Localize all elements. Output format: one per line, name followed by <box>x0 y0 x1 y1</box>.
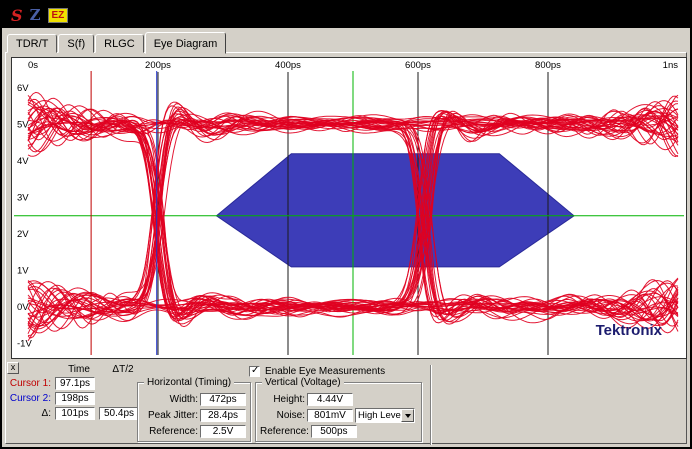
y-tick-label: 3V <box>17 193 29 204</box>
y-tick-label: 6V <box>17 83 29 94</box>
horizontal-timing-group: Horizontal (Timing) Width: 472ps Peak Ji… <box>137 382 251 442</box>
x-tick-label: 400ps <box>275 60 301 71</box>
tab-content-panel: 0s 200ps 400ps 600ps 800ps 1ns 6V 5V 4V 3V 2V 1V 0V -… <box>5 52 687 444</box>
height-row: Height: 4.44V <box>260 392 417 407</box>
delta-half-value: 50.4ps <box>99 407 139 420</box>
horizontal-reference-input[interactable]: 2.5V <box>200 425 246 438</box>
cursor1-row: Cursor 1: 97.1ps <box>9 377 154 390</box>
tab-rlgc[interactable]: RLGC <box>95 34 144 53</box>
cursor2-time-value: 198ps <box>55 392 95 405</box>
eye-diagram-svg[interactable]: 0s 200ps 400ps 600ps 800ps 1ns 6V 5V 4V 3V 2V 1V 0V -… <box>12 58 686 358</box>
vertical-voltage-title: Vertical (Voltage) <box>262 377 344 388</box>
tab-tdr-t[interactable]: TDR/T <box>7 34 57 53</box>
cursor2-row: Cursor 2: 198ps <box>9 392 154 405</box>
height-value: 4.44V <box>307 393 353 406</box>
x-tick-label: 600ps <box>405 60 431 71</box>
vertical-voltage-group: Vertical (Voltage) Height: 4.44V Noise: … <box>255 382 422 442</box>
dropdown-arrow-button[interactable] <box>401 409 414 422</box>
chevron-down-icon <box>405 414 411 418</box>
noise-level-dropdown[interactable]: High Level <box>355 408 415 423</box>
cursor1-time-value: 97.1ps <box>55 377 95 390</box>
x-tick-label: 800ps <box>535 60 561 71</box>
vertical-reference-row: Reference: 500ps <box>260 424 417 439</box>
vertical-reference-label: Reference: <box>260 426 309 437</box>
horizontal-reference-row: Reference: 2.5V <box>142 424 246 439</box>
noise-row: Noise: 801mV High Level <box>260 408 417 423</box>
delta-t-half-column-header: ΔT/2 <box>103 364 143 375</box>
noise-value: 801mV <box>307 409 353 422</box>
delta-time-value: 101ps <box>55 407 95 420</box>
width-label: Width: <box>142 394 198 405</box>
cursor-column-headers: Time ΔT/2 <box>59 364 154 375</box>
app-window: S Z EZ TDR/T S(f) RLGC Eye Diagram 0s 200… <box>0 0 692 449</box>
cursor-readout-panel: Time ΔT/2 Cursor 1: 97.1ps Cursor 2: 198… <box>9 364 154 420</box>
enable-eye-measurements-label: Enable Eye Measurements <box>265 366 385 377</box>
time-column-header: Time <box>59 364 99 375</box>
height-label: Height: <box>260 394 305 405</box>
width-row: Width: 472ps <box>142 392 246 407</box>
title-bar: S Z EZ <box>2 2 690 28</box>
logo-z: Z <box>30 6 41 24</box>
panel-divider <box>430 365 432 445</box>
vertical-reference-input[interactable]: 500ps <box>311 425 357 438</box>
eye-mask-hexagon <box>217 154 575 267</box>
peak-jitter-value: 28.4ps <box>200 409 246 422</box>
y-tick-label: -1V <box>17 339 32 350</box>
x-tick-label: 1ns <box>663 60 679 71</box>
tab-bar: TDR/T S(f) RLGC Eye Diagram <box>7 31 227 53</box>
y-tick-label: 2V <box>17 229 29 240</box>
tab-eye-diagram[interactable]: Eye Diagram <box>145 32 227 54</box>
x-tick-label: 0s <box>28 60 38 71</box>
y-tick-label: 4V <box>17 156 29 167</box>
y-tick-label: 1V <box>17 266 29 277</box>
tektronix-logo: Tektronix <box>596 322 663 339</box>
logo-ez: EZ <box>48 8 69 23</box>
enable-eye-measurements-row: Enable Eye Measurements <box>249 366 385 377</box>
cursor2-label: Cursor 2: <box>9 393 55 404</box>
enable-eye-measurements-checkbox[interactable] <box>249 366 260 377</box>
tab-s-f[interactable]: S(f) <box>58 34 94 53</box>
noise-level-selected: High Level <box>358 410 403 421</box>
eye-diagram-plot[interactable]: 0s 200ps 400ps 600ps 800ps 1ns 6V 5V 4V 3V 2V 1V 0V -… <box>11 57 687 359</box>
cursor1-label: Cursor 1: <box>9 378 55 389</box>
y-tick-label: 0V <box>17 302 29 313</box>
logo-s: S <box>11 6 23 25</box>
horizontal-reference-label: Reference: <box>142 426 198 437</box>
peak-jitter-label: Peak Jitter: <box>142 410 198 421</box>
delta-row: Δ: 101ps 50.4ps <box>9 407 154 420</box>
noise-label: Noise: <box>260 410 305 421</box>
x-tick-label: 200ps <box>145 60 171 71</box>
y-tick-label: 5V <box>17 120 29 131</box>
peak-jitter-row: Peak Jitter: 28.4ps <box>142 408 246 423</box>
width-value: 472ps <box>200 393 246 406</box>
delta-label: Δ: <box>9 408 55 419</box>
horizontal-timing-title: Horizontal (Timing) <box>144 377 234 388</box>
